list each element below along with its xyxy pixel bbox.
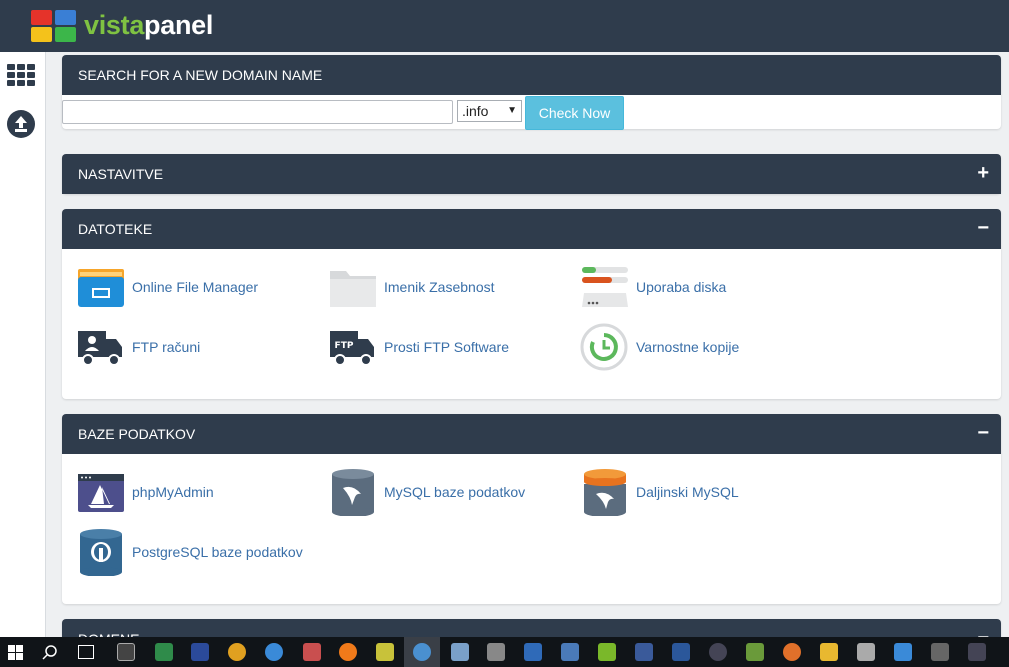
ftp-accounts-icon [76,323,126,371]
taskbar-app-icon[interactable] [635,643,653,661]
taskbar-app-icon[interactable] [894,643,912,661]
taskbar-app-icon[interactable] [746,643,764,661]
taskbar-app-icon[interactable] [931,643,949,661]
taskbar-app-icon[interactable] [524,643,542,661]
task-view-icon[interactable] [78,645,94,659]
section-header-baze-podatkov[interactable]: BAZE PODATKOV − [62,414,1001,454]
item-online-file-manager[interactable]: Online File Manager [76,263,258,311]
section-baze-podatkov: BAZE PODATKOV − phpMyAdmin MySQL baze po… [62,414,1001,604]
os-taskbar [0,637,1009,667]
firefox-icon[interactable] [339,643,357,661]
notepad-icon[interactable] [376,643,394,661]
taskbar-app-icon[interactable] [968,643,986,661]
domain-search-panel: SEARCH FOR A NEW DOMAIN NAME .info ▼ Che… [62,55,1001,130]
disk-usage-icon [580,263,630,311]
taskbar-app-icon[interactable] [857,643,875,661]
logo-text[interactable]: vistapanel [84,10,213,41]
grid-menu-icon[interactable] [7,64,35,86]
section-datoteke: DATOTEKE − Online File Manager Imenik Za… [62,209,1001,399]
phpmyadmin-icon [76,468,126,516]
chrome-icon[interactable] [228,643,246,661]
domain-search-header: SEARCH FOR A NEW DOMAIN NAME [62,55,1001,95]
file-manager-icon [76,263,126,311]
windows-start-icon[interactable] [8,645,23,660]
collapse-icon[interactable]: − [977,414,989,452]
chrome-icon[interactable] [413,643,431,661]
collapse-icon[interactable]: − [977,209,989,247]
cmd-icon[interactable] [117,643,135,661]
item-ftp-racuni[interactable]: FTP računi [76,323,200,371]
search-icon[interactable] [42,644,58,660]
taskbar-app-icon[interactable] [709,643,727,661]
section-header-datoteke[interactable]: DATOTEKE − [62,209,1001,249]
expand-icon[interactable]: + [977,154,989,192]
item-imenik-zasebnost[interactable]: Imenik Zasebnost [328,263,495,311]
taskbar-app-icon[interactable] [191,643,209,661]
taskbar-app-icon[interactable] [783,643,801,661]
taskbar-app-icon[interactable] [265,643,283,661]
sidebar [0,52,46,637]
taskbar-app-icon[interactable] [561,643,579,661]
item-varnostne-kopije[interactable]: Varnostne kopije [580,323,739,371]
taskbar-app-icon[interactable] [303,643,321,661]
ftp-software-icon: FTP [328,323,378,371]
domain-search-input[interactable] [62,100,453,124]
item-postgresql-baze[interactable]: PostgreSQL baze podatkov [76,528,303,577]
remote-mysql-icon [580,468,630,517]
taskbar-app-icon[interactable] [155,643,173,661]
taskbar-app-icon[interactable] [451,643,469,661]
taskbar-app-icon[interactable] [487,643,505,661]
upload-icon[interactable] [7,110,35,138]
chevron-down-icon: ▼ [507,105,517,116]
item-prosti-ftp-software[interactable]: FTP Prosti FTP Software [328,323,509,371]
logo-icon [31,10,77,42]
tld-select[interactable]: .info ▼ [457,100,522,122]
section-nastavitve: NASTAVITVE + [62,154,1001,194]
word-icon[interactable] [672,643,690,661]
item-mysql-baze[interactable]: MySQL baze podatkov [328,468,525,517]
postgresql-icon [76,528,126,577]
svg-text:FTP: FTP [335,341,354,351]
folder-icon[interactable] [820,643,838,661]
folder-privacy-icon [328,263,378,311]
backup-icon [580,323,630,371]
check-now-button[interactable]: Check Now [525,96,624,130]
mysql-db-icon [328,468,378,517]
section-header-nastavitve[interactable]: NASTAVITVE + [62,154,1001,194]
item-daljinski-mysql[interactable]: Daljinski MySQL [580,468,739,517]
item-uporaba-diska[interactable]: Uporaba diska [580,263,726,311]
top-bar: vistapanel [0,0,1009,52]
dreamweaver-icon[interactable] [598,643,616,661]
item-phpmyadmin[interactable]: phpMyAdmin [76,468,214,516]
